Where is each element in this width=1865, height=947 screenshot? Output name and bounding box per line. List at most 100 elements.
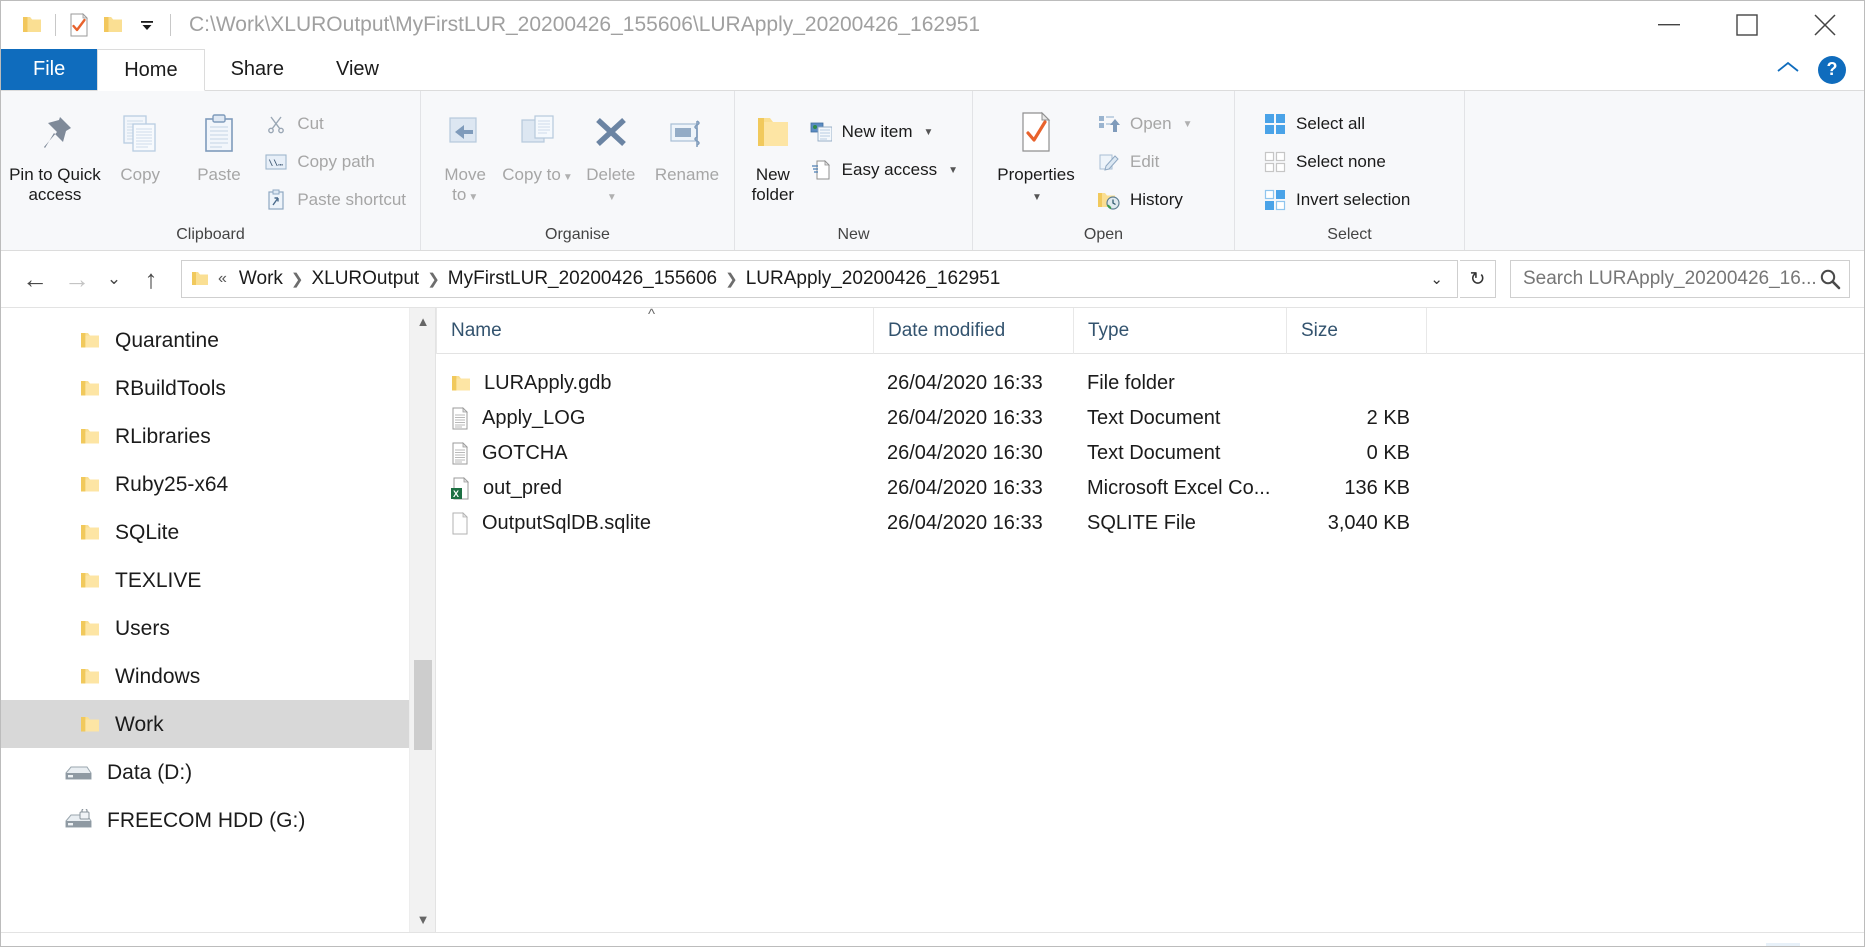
navigation-scrollbar-thumb[interactable]	[414, 660, 432, 750]
up-button[interactable]: ↑	[131, 259, 171, 299]
select-all-button[interactable]: Select all	[1257, 105, 1416, 143]
folder-icon[interactable]	[15, 8, 49, 42]
copy-to-button[interactable]: Copy to ▼	[501, 99, 573, 185]
history-button[interactable]: History	[1091, 181, 1199, 219]
close-button[interactable]	[1786, 1, 1864, 49]
column-header-date-modified[interactable]: Date modified	[873, 307, 1073, 354]
breadcrumb-item-myfirstlur[interactable]: MyFirstLUR_20200426_155606	[442, 268, 723, 290]
search-input[interactable]: Search LURApply_20200426_16...	[1523, 268, 1819, 290]
folder-icon	[450, 374, 472, 393]
new-folder-icon[interactable]	[96, 8, 130, 42]
file-name-cell[interactable]: Apply_LOG	[436, 407, 873, 430]
minimize-button[interactable]	[1630, 1, 1708, 49]
copy-path-button[interactable]: \\… \\… Copy path	[258, 143, 412, 181]
search-icon[interactable]	[1819, 268, 1841, 290]
chevron-down-icon[interactable]: ▼	[1032, 192, 1042, 203]
table-row[interactable]: OutputSqlDB.sqlite 26/04/2020 16:33 SQLITE…	[436, 506, 1864, 541]
sidebar-item-work[interactable]: Work	[1, 700, 435, 748]
cut-button[interactable]: Cut	[258, 105, 412, 143]
chevron-down-icon[interactable]: ▼	[468, 192, 478, 203]
edit-button[interactable]: Edit	[1091, 143, 1199, 181]
group-label-select: Select	[1327, 226, 1372, 243]
back-button[interactable]: ←	[15, 259, 55, 299]
breadcrumb-overflow-icon[interactable]: «	[210, 270, 233, 288]
tab-home[interactable]: Home	[97, 49, 205, 91]
new-folder-button[interactable]: New folder	[743, 99, 803, 204]
copy-path-icon: \\… \\…	[264, 150, 288, 174]
scroll-down-icon[interactable]: ▼	[410, 906, 435, 932]
file-name-cell[interactable]: LURApply.gdb	[436, 372, 873, 395]
chevron-right-icon[interactable]: ❯	[425, 270, 442, 288]
ribbon-filler	[1465, 91, 1864, 250]
column-header-type[interactable]: Type	[1073, 307, 1286, 354]
window-title: C:\Work\XLUROutput\MyFirstLUR_20200426_1…	[189, 13, 981, 36]
chevron-down-icon[interactable]: ▼	[563, 172, 573, 183]
easy-access-button[interactable]: Easy access ▼	[803, 151, 964, 189]
details-view-button[interactable]	[1766, 942, 1800, 946]
help-icon[interactable]: ?	[1818, 55, 1846, 84]
sidebar-item-freecom-hdd-g[interactable]: FREECOM HDD (G:)	[1, 796, 435, 844]
delete-button[interactable]: Delete ▼	[574, 99, 648, 204]
copy-button[interactable]: Copy	[101, 99, 180, 185]
sidebar-item-texlive[interactable]: TEXLIVE	[1, 556, 435, 604]
qat-separator-2	[170, 14, 171, 36]
chevron-down-icon[interactable]: ▼	[607, 192, 617, 203]
table-row[interactable]: LURApply.gdb 26/04/2020 16:33 File folder	[436, 366, 1864, 401]
properties-button[interactable]: Properties ▼	[981, 99, 1091, 204]
breadcrumb-item-xluroutput[interactable]: XLUROutput	[305, 268, 425, 290]
column-header-name[interactable]: Name	[436, 307, 873, 354]
paste-shortcut-button[interactable]: Paste shortcut	[258, 181, 412, 219]
file-list-pane: ^ Name Date modified Type Size LURApply.…	[435, 306, 1864, 932]
tab-file[interactable]: File	[1, 49, 98, 90]
collapse-ribbon-icon[interactable]	[1776, 60, 1800, 79]
file-name-cell[interactable]: Xout_pred	[436, 477, 873, 500]
properties-icon[interactable]	[62, 8, 96, 42]
sidebar-item-users[interactable]: Users	[1, 604, 435, 652]
column-header-size[interactable]: Size	[1286, 307, 1426, 354]
navigation-scrollbar[interactable]: ▲ ▼	[409, 308, 435, 932]
breadcrumb[interactable]: « Work ❯ XLUROutput ❯ MyFirstLUR_2020042…	[181, 260, 1458, 298]
chevron-right-icon[interactable]: ❯	[723, 270, 740, 288]
file-name-cell[interactable]: OutputSqlDB.sqlite	[436, 512, 873, 535]
sidebar-item-windows[interactable]: Windows	[1, 652, 435, 700]
sidebar-item-quarantine[interactable]: Quarantine	[1, 316, 435, 364]
tab-share[interactable]: Share	[205, 49, 310, 90]
chevron-right-icon[interactable]: ❯	[289, 270, 306, 288]
large-icons-view-button[interactable]	[1806, 943, 1840, 947]
table-row[interactable]: GOTCHA 26/04/2020 16:30 Text Document 0 KB	[436, 436, 1864, 471]
file-type-cell: SQLITE File	[1087, 512, 1196, 534]
ribbon-group-organise: Move to ▼ Copy to ▼ Delete ▼ Rename Orga…	[421, 91, 735, 250]
paste-button[interactable]: Paste	[180, 99, 259, 185]
sidebar-item-rlibraries[interactable]: RLibraries	[1, 412, 435, 460]
breadcrumb-item-lurapply[interactable]: LURApply_20200426_162951	[740, 268, 1007, 290]
forward-button[interactable]: →	[57, 259, 97, 299]
sidebar-item-sqlite[interactable]: SQLite	[1, 508, 435, 556]
sidebar-item-ruby25-x64[interactable]: Ruby25-x64	[1, 460, 435, 508]
invert-selection-button[interactable]: Invert selection	[1257, 181, 1416, 219]
move-to-button[interactable]: Move to ▼	[429, 99, 501, 204]
table-row[interactable]: Apply_LOG 26/04/2020 16:33 Text Document 2 …	[436, 401, 1864, 436]
rename-button[interactable]: Rename	[648, 99, 726, 185]
chevron-down-icon[interactable]: ▼	[924, 127, 934, 138]
new-item-button[interactable]: New item ▼	[803, 113, 964, 151]
quick-access-toolbar: C:\Work\XLUROutput\MyFirstLUR_20200426_1…	[1, 1, 980, 49]
file-name-cell[interactable]: GOTCHA	[436, 442, 873, 465]
table-row[interactable]: Xout_pred 26/04/2020 16:33 Microsoft Excel…	[436, 471, 1864, 506]
refresh-button[interactable]: ↻	[1460, 260, 1496, 298]
open-button[interactable]: Open ▼	[1091, 105, 1199, 143]
search-box[interactable]: Search LURApply_20200426_16...	[1510, 260, 1850, 298]
scroll-up-icon[interactable]: ▲	[410, 308, 435, 334]
tab-view[interactable]: View	[310, 49, 405, 90]
sidebar-item-rbuildtools[interactable]: RBuildTools	[1, 364, 435, 412]
breadcrumb-item-work[interactable]: Work	[233, 268, 289, 290]
sidebar-item-data-d[interactable]: Data (D:)	[1, 748, 435, 796]
address-dropdown-icon[interactable]: ⌄	[1420, 270, 1453, 288]
file-name-label: OutputSqlDB.sqlite	[482, 512, 651, 534]
pin-to-quick-access-button[interactable]: Pin to Quick access	[9, 99, 101, 204]
chevron-down-icon[interactable]: ▼	[948, 165, 958, 176]
maximize-button[interactable]	[1708, 1, 1786, 49]
chevron-down-icon[interactable]: ▼	[1183, 119, 1193, 130]
recent-locations-button[interactable]: ⌄	[99, 259, 129, 299]
select-none-button[interactable]: Select none	[1257, 143, 1416, 181]
customize-qat-icon[interactable]	[130, 8, 164, 42]
